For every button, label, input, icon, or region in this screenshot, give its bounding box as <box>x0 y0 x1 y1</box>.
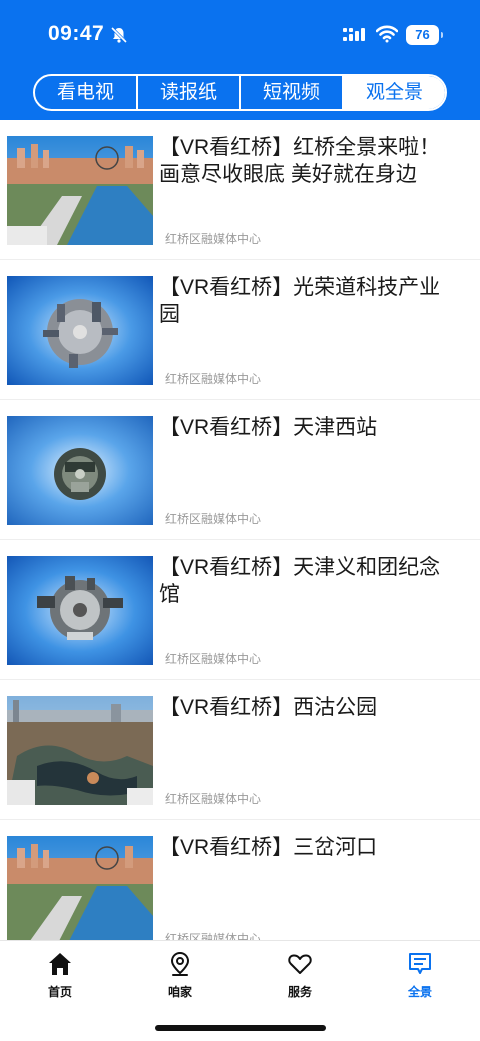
panorama-list: 【VR看红桥】红桥全景来啦！画意尽收眼底 美好就在身边 红桥区融媒体中心 【VR… <box>0 120 480 940</box>
thumbnail-image <box>7 556 153 665</box>
list-item[interactable]: 【VR看红桥】红桥全景来啦！画意尽收眼底 美好就在身边 红桥区融媒体中心 <box>0 120 480 260</box>
cellular-signal-icon <box>343 28 365 41</box>
item-source: 红桥区融媒体中心 <box>165 792 262 806</box>
bell-muted-icon <box>110 26 128 44</box>
status-bar: 09:47 76 <box>0 0 480 70</box>
location-pin-icon <box>170 951 190 976</box>
home-icon <box>49 953 71 975</box>
home-indicator <box>155 1025 326 1031</box>
item-title: 【VR看红桥】天津义和团纪念馆 <box>159 556 441 606</box>
top-tab-bar: 看电视 读报纸 短视频 观全景 <box>33 74 447 111</box>
nav-my-home[interactable]: 咱家 <box>140 951 220 1000</box>
item-title: 【VR看红桥】光荣道科技产业园 <box>159 276 441 326</box>
item-source: 红桥区融媒体中心 <box>165 652 262 666</box>
list-item[interactable]: 【VR看红桥】西沽公园 红桥区融媒体中心 <box>0 680 480 820</box>
thumbnail-image <box>7 696 153 805</box>
item-source: 红桥区融媒体中心 <box>165 232 262 246</box>
thumbnail-image <box>7 416 153 525</box>
app-header: 09:47 76 看电视 读报纸 短视频 观全景 <box>0 0 480 120</box>
tab-watch-tv[interactable]: 看电视 <box>35 76 138 109</box>
message-icon <box>409 953 431 974</box>
item-source: 红桥区融媒体中心 <box>165 932 262 940</box>
nav-home[interactable]: 首页 <box>20 951 100 1000</box>
list-item[interactable]: 【VR看红桥】三岔河口 红桥区融媒体中心 <box>0 820 480 940</box>
nav-services[interactable]: 服务 <box>260 951 340 1000</box>
heart-icon <box>288 954 312 974</box>
item-source: 红桥区融媒体中心 <box>165 512 262 526</box>
tab-panorama[interactable]: 观全景 <box>344 76 445 109</box>
thumbnail-image <box>7 276 153 385</box>
item-title: 【VR看红桥】西沽公园 <box>159 696 378 719</box>
item-title: 【VR看红桥】三岔河口 <box>159 836 378 859</box>
thumbnail-image <box>7 836 153 940</box>
battery-indicator: 76 <box>406 25 443 45</box>
tab-read-newspaper[interactable]: 读报纸 <box>138 76 241 109</box>
item-title: 【VR看红桥】天津西站 <box>159 416 378 439</box>
nav-my-home-label: 咱家 <box>167 985 192 999</box>
thumbnail-image <box>7 136 153 245</box>
status-time: 09:47 <box>48 22 105 45</box>
list-item[interactable]: 【VR看红桥】天津义和团纪念馆 红桥区融媒体中心 <box>0 540 480 680</box>
item-title: 【VR看红桥】红桥全景来啦！画意尽收眼底 美好就在身边 <box>159 136 441 186</box>
nav-panorama-label: 全景 <box>407 985 432 999</box>
item-source: 红桥区融媒体中心 <box>165 372 262 386</box>
nav-home-label: 首页 <box>47 985 72 999</box>
nav-panorama[interactable]: 全景 <box>380 951 460 1000</box>
list-item[interactable]: 【VR看红桥】光荣道科技产业园 红桥区融媒体中心 <box>0 260 480 400</box>
tab-short-video[interactable]: 短视频 <box>241 76 344 109</box>
nav-services-label: 服务 <box>287 985 312 999</box>
wifi-icon <box>376 25 398 43</box>
list-item[interactable]: 【VR看红桥】天津西站 红桥区融媒体中心 <box>0 400 480 540</box>
